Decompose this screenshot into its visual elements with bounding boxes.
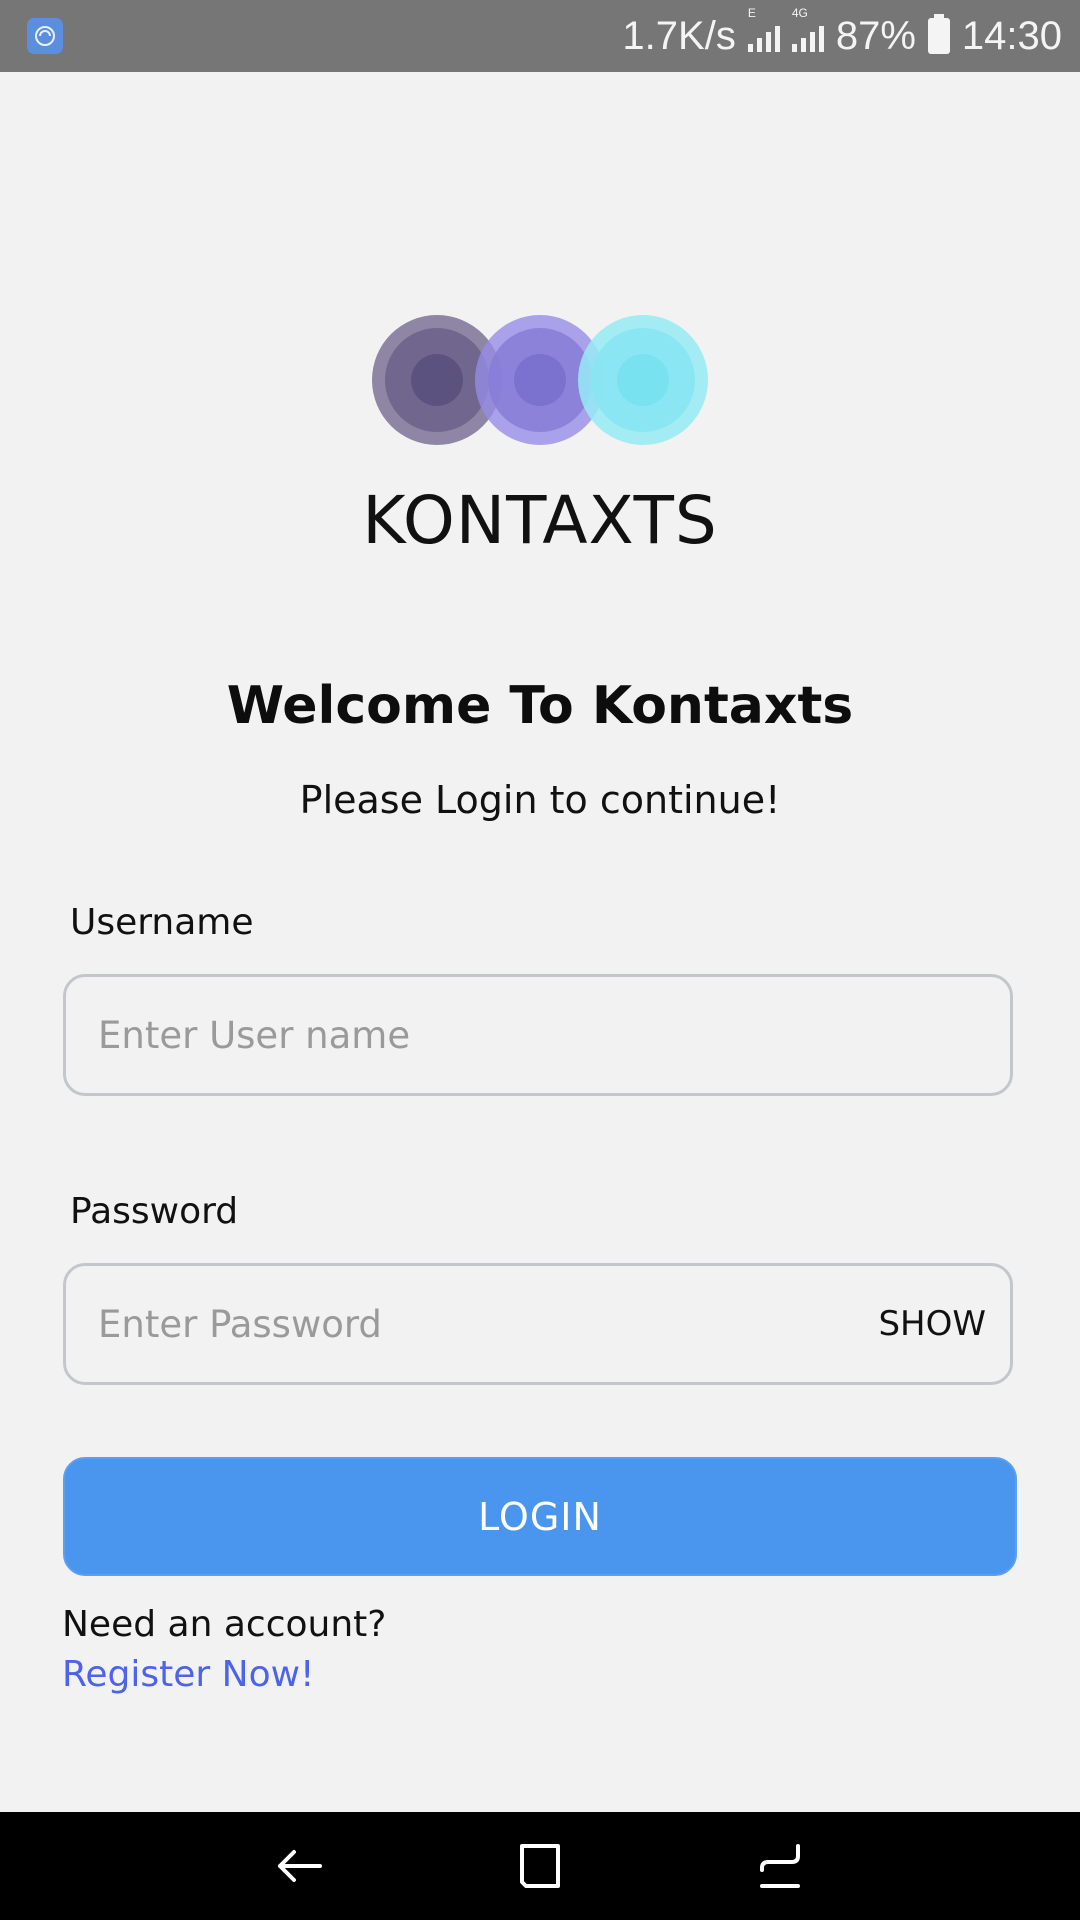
- navigation-bar: [0, 1812, 1080, 1920]
- network-speed: 1.7K/s: [622, 13, 736, 58]
- recent-apps-icon[interactable]: [748, 1834, 812, 1898]
- login-subtitle: Please Login to continue!: [299, 778, 781, 822]
- back-icon[interactable]: [268, 1834, 332, 1898]
- app-notification-icon: [27, 18, 63, 54]
- signal-icon: E: [747, 6, 780, 52]
- welcome-title: Welcome To Kontaxts: [226, 676, 854, 736]
- username-label: Username: [70, 902, 254, 943]
- clock: 14:30: [961, 13, 1062, 58]
- brand-name: KONTAXTS: [362, 482, 718, 559]
- password-input[interactable]: [98, 1266, 878, 1382]
- signal-icon: 4G: [791, 6, 824, 52]
- battery-percent: 87%: [835, 13, 916, 58]
- status-indicators: 1.7K/s E 4G 87% 14:30: [622, 0, 1062, 72]
- login-button-label: LOGIN: [478, 1494, 602, 1539]
- register-link[interactable]: Register Now!: [62, 1654, 315, 1695]
- username-input[interactable]: [98, 977, 878, 1093]
- password-label: Password: [70, 1191, 239, 1232]
- battery-icon: [927, 14, 950, 54]
- signal-type-label: E: [747, 6, 756, 20]
- app-logo: [372, 315, 708, 445]
- logo-circle-icon: [578, 315, 708, 445]
- signal-type-label: 4G: [791, 6, 808, 20]
- home-icon[interactable]: [508, 1834, 572, 1898]
- account-prompt: Need an account?: [62, 1604, 387, 1645]
- show-password-toggle[interactable]: SHOW: [878, 1266, 986, 1382]
- login-button[interactable]: LOGIN: [63, 1457, 1017, 1576]
- username-field[interactable]: [63, 974, 1013, 1096]
- password-field[interactable]: SHOW: [63, 1263, 1013, 1385]
- status-bar: 1.7K/s E 4G 87% 14:30: [0, 0, 1080, 72]
